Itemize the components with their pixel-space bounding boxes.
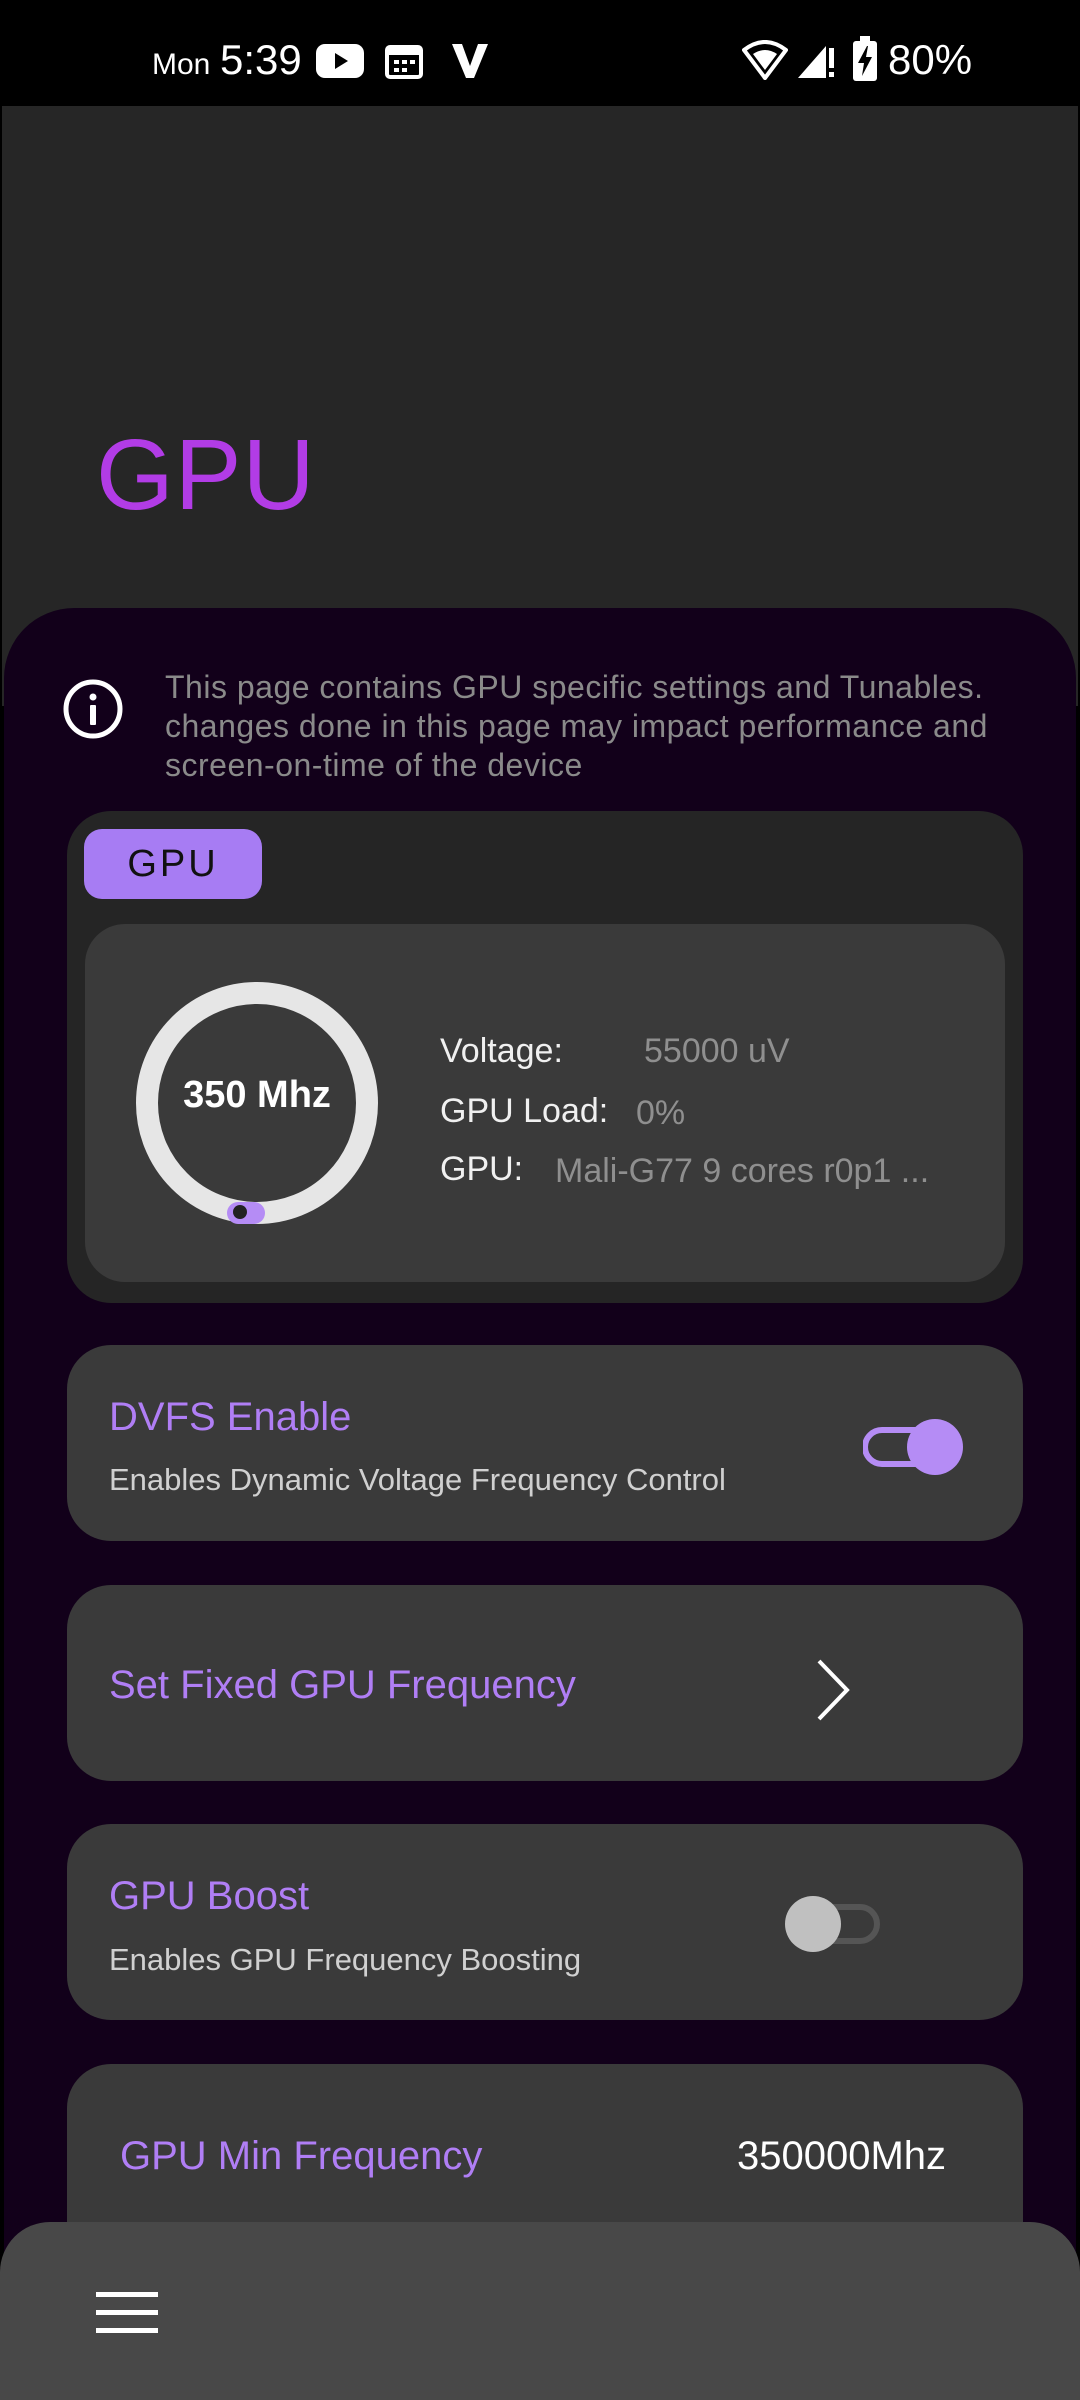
battery-percentage: 80% xyxy=(888,36,973,83)
status-bar: Mon 5:39 80% xyxy=(0,0,1080,106)
info-icon xyxy=(63,679,123,739)
min-frequency-value: 350000Mhz xyxy=(737,2134,947,2178)
voltage-value: 55000 uV xyxy=(644,1032,790,1070)
gpu-boost-card[interactable]: GPU Boost Enables GPU Frequency Boosting xyxy=(67,1824,1023,2020)
gpu-load-value: 0% xyxy=(636,1094,686,1132)
calendar-icon xyxy=(385,45,423,79)
screen: Mon 5:39 80% GPU This page contains GPU … xyxy=(0,0,1080,2400)
chevron-right-icon xyxy=(817,1659,850,1721)
page-title: GPU xyxy=(96,419,316,531)
gpu-boost-toggle[interactable] xyxy=(781,1892,885,1956)
gpu-chip: GPU xyxy=(84,829,262,899)
gpu-model-value: Mali-G77 9 cores r0p1 ... xyxy=(555,1152,930,1190)
v-app-icon xyxy=(452,44,488,78)
status-day: Mon xyxy=(152,48,211,81)
voltage-label: Voltage: xyxy=(440,1032,563,1070)
gpu-load-label: GPU Load: xyxy=(440,1092,609,1130)
dvfs-title: DVFS Enable xyxy=(109,1395,352,1439)
gauge-value: 350 Mhz xyxy=(183,1074,331,1116)
wifi-icon xyxy=(742,40,788,80)
dvfs-toggle[interactable] xyxy=(863,1415,967,1479)
info-text: This page contains GPU specific settings… xyxy=(165,669,988,783)
battery-charging-icon xyxy=(853,36,877,81)
youtube-icon xyxy=(316,44,364,78)
status-time: 5:39 xyxy=(220,36,302,83)
fixed-frequency-card[interactable]: Set Fixed GPU Frequency xyxy=(67,1585,1023,1781)
menu-icon[interactable] xyxy=(96,2290,158,2336)
signal-icon xyxy=(798,46,834,78)
min-frequency-title: GPU Min Frequency xyxy=(120,2134,483,2178)
dvfs-setting-card[interactable]: DVFS Enable Enables Dynamic Voltage Freq… xyxy=(67,1345,1023,1541)
gpu-model-label: GPU: xyxy=(440,1150,524,1188)
dvfs-subtitle: Enables Dynamic Voltage Frequency Contro… xyxy=(109,1462,726,1497)
gpu-boost-subtitle: Enables GPU Frequency Boosting xyxy=(109,1942,582,1977)
fixed-frequency-title: Set Fixed GPU Frequency xyxy=(109,1663,576,1707)
gpu-boost-title: GPU Boost xyxy=(109,1874,310,1918)
bottom-bar xyxy=(0,2222,1080,2400)
